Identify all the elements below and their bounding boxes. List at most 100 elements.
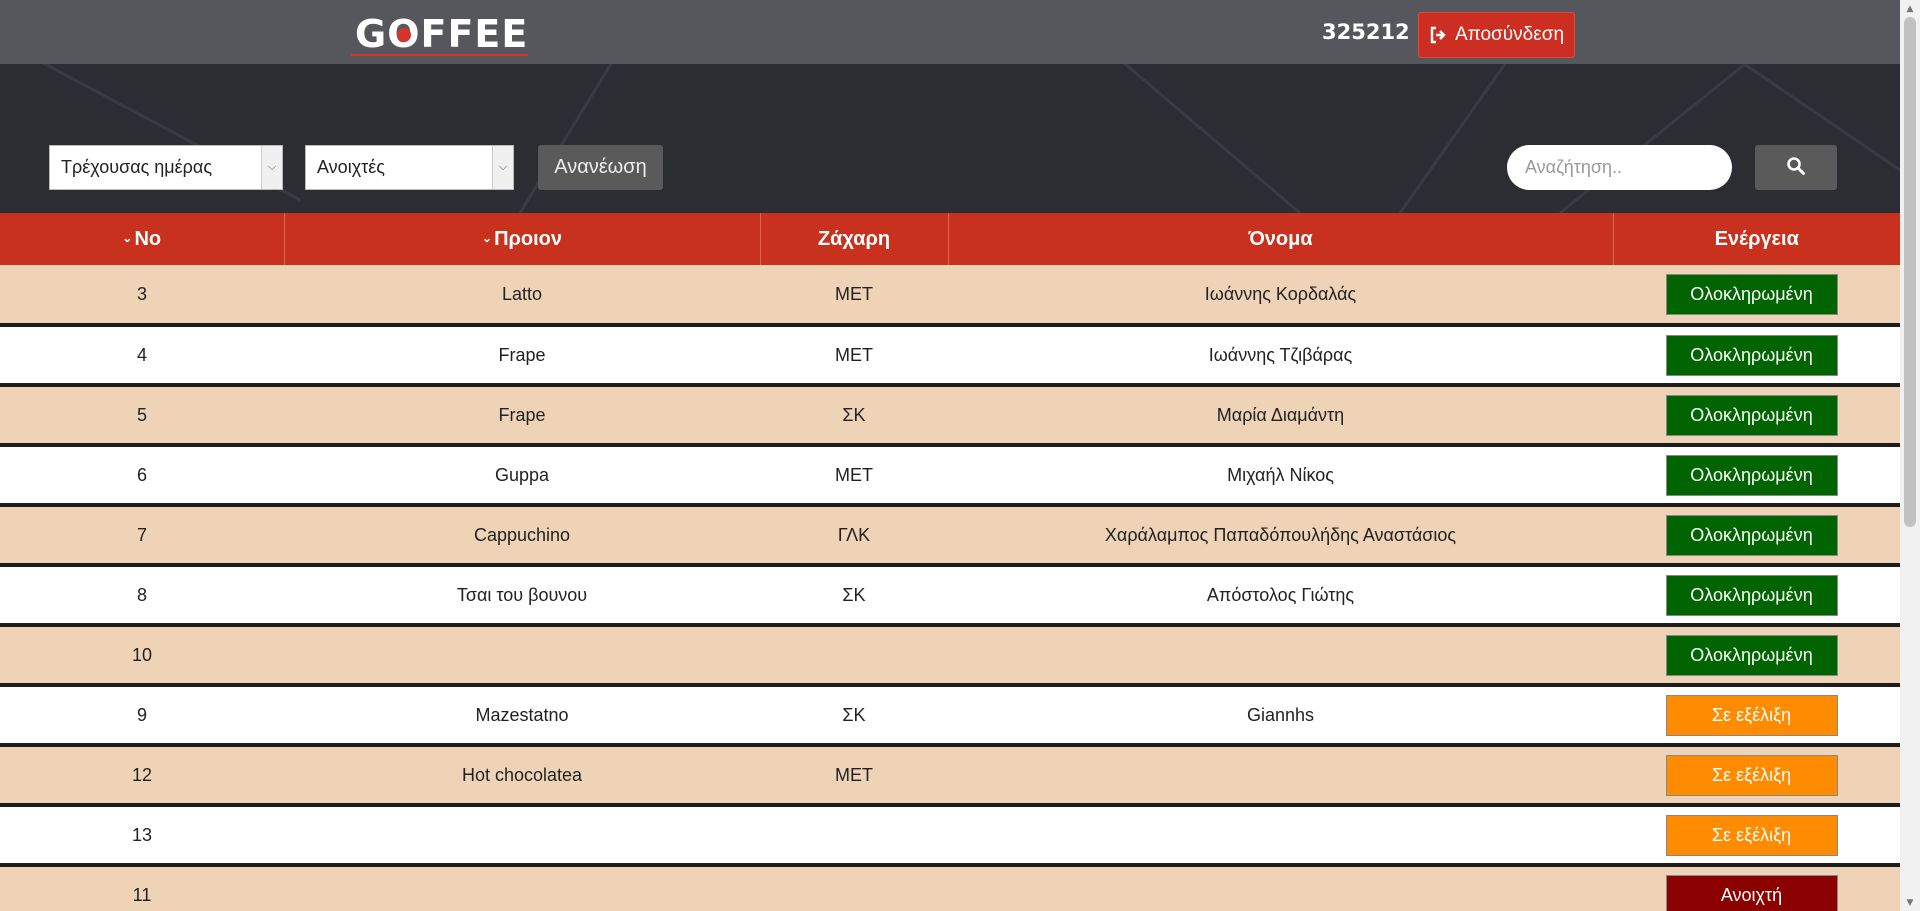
table-row: 7 Cappuchino ΓΛΚ Χαράλαμπος Παπαδόπουλήδης … <box>0 505 1900 567</box>
status-action-button[interactable]: Ολοκληρωμένη <box>1665 394 1838 436</box>
cell-no: 7 <box>0 505 284 567</box>
cell-sugar: ΣΚ <box>760 385 948 447</box>
status-action-button[interactable]: Ολοκληρωμένη <box>1665 634 1838 676</box>
scroll-down-arrow-icon[interactable]: ▼ <box>1900 894 1920 911</box>
goffee-logo[interactable]: GOFFEE <box>351 14 529 56</box>
cell-no: 4 <box>0 325 284 387</box>
cell-action: Σε εξέλιξη <box>1613 685 1900 747</box>
caret-down-icon: ⌵ <box>492 146 513 189</box>
column-header-sugar: Ζάχαρη <box>759 213 948 265</box>
cell-product <box>284 625 760 687</box>
cell-name: Ιωάννης Κορδαλάς <box>948 265 1613 327</box>
refresh-button[interactable]: Ανανέωση <box>538 145 663 190</box>
cell-action: Ολοκληρωμένη <box>1613 325 1900 387</box>
cell-name <box>948 625 1613 687</box>
cell-name <box>948 805 1613 867</box>
cell-product: Guppa <box>284 445 760 507</box>
status-select-value: Ανοιχτές <box>317 157 385 177</box>
table-row: 4 Frape ΜΕΤ Ιωάννης Τζιβάρας Ολοκληρωμένη <box>0 325 1900 387</box>
cell-product: Frape <box>284 325 760 387</box>
logout-label: Αποσύνδεση <box>1454 24 1565 45</box>
scrollbar-thumb[interactable] <box>1904 17 1916 527</box>
table-row: 8 Τσαι του βουνου ΣΚ Απόστολος Γιώτης Ολοκλη… <box>0 565 1900 627</box>
cell-sugar: ΣΚ <box>760 565 948 627</box>
search-input[interactable] <box>1507 145 1732 190</box>
column-header-action: Ενέργεια <box>1612 213 1900 265</box>
cell-sugar: ΜΕΤ <box>760 325 948 387</box>
search-button[interactable] <box>1755 145 1837 190</box>
cell-no: 13 <box>0 805 284 867</box>
cell-no: 11 <box>0 865 284 911</box>
cell-product: Cappuchino <box>284 505 760 567</box>
cell-name <box>948 745 1613 807</box>
scroll-up-arrow-icon[interactable]: ▲ <box>1900 0 1920 17</box>
table-row: 13 Σε εξέλιξη <box>0 805 1900 867</box>
cell-sugar: ΜΕΤ <box>760 265 948 327</box>
column-header-product[interactable]: ⌄ Προιον <box>283 213 760 265</box>
orders-table: ⌄ No ⌄ Προιον Ζάχαρη Όνομα Ενέργεια 3 Latto… <box>0 213 1900 911</box>
status-action-button[interactable]: Σε εξέλιξη <box>1665 814 1838 856</box>
table-row: 6 Guppa ΜΕΤ Μιχαήλ Νίκος Ολοκληρωμένη <box>0 445 1900 507</box>
status-action-button[interactable]: Ολοκληρωμένη <box>1665 574 1838 616</box>
table-row: 12 Hot chocolatea ΜΕΤ Σε εξέλιξη <box>0 745 1900 807</box>
cell-action: Ολοκληρωμένη <box>1613 565 1900 627</box>
table-row: 5 Frape ΣΚ Μαρία Διαμάντη Ολοκληρωμένη <box>0 385 1900 447</box>
table-header-row: ⌄ No ⌄ Προιον Ζάχαρη Όνομα Ενέργεια <box>0 213 1900 265</box>
status-action-button[interactable]: Ολοκληρωμένη <box>1665 454 1838 496</box>
table-row: 11 Ανοιχτή <box>0 865 1900 911</box>
cell-sugar: ΜΕΤ <box>760 445 948 507</box>
chevron-down-icon: ⌄ <box>122 230 133 245</box>
logout-button[interactable]: Αποσύνδεση <box>1418 12 1575 58</box>
cell-product <box>284 865 760 911</box>
cell-name: Ιωάννης Τζιβάρας <box>948 325 1613 387</box>
column-header-no[interactable]: ⌄ No <box>0 213 284 265</box>
table-row: 10 Ολοκληρωμένη <box>0 625 1900 687</box>
cell-name <box>948 865 1613 911</box>
cell-no: 8 <box>0 565 284 627</box>
cell-product: Τσαι του βουνου <box>284 565 760 627</box>
cell-no: 9 <box>0 685 284 747</box>
cell-product <box>284 805 760 867</box>
cell-no: 10 <box>0 625 284 687</box>
cell-name: Μαρία Διαμάντη <box>948 385 1613 447</box>
cell-sugar: ΣΚ <box>760 685 948 747</box>
cell-no: 6 <box>0 445 284 507</box>
status-select[interactable]: Ανοιχτές ⌵ <box>305 145 514 190</box>
cell-no: 3 <box>0 265 284 327</box>
status-action-button[interactable]: Σε εξέλιξη <box>1665 694 1838 736</box>
status-action-button[interactable]: Ολοκληρωμένη <box>1665 514 1838 556</box>
cell-action: Σε εξέλιξη <box>1613 805 1900 867</box>
cell-name: Χαράλαμπος Παπαδόπουλήδης Αναστάσιος <box>948 505 1613 567</box>
table-row: 3 Latto ΜΕΤ Ιωάννης Κορδαλάς Ολοκληρωμένη <box>0 265 1900 327</box>
cell-product: Hot chocolatea <box>284 745 760 807</box>
cell-name: Μιχαήλ Νίκος <box>948 445 1613 507</box>
period-select[interactable]: Τρέχουσας ημέρας ⌵ <box>49 145 283 190</box>
column-header-name: Όνομα <box>947 213 1613 265</box>
vertical-scrollbar[interactable]: ▲ ▼ <box>1900 0 1920 911</box>
cell-action: Σε εξέλιξη <box>1613 745 1900 807</box>
cell-action: Ολοκληρωμένη <box>1613 265 1900 327</box>
cell-name: Giannhs <box>948 685 1613 747</box>
top-navbar: GOFFEE 325212 Αποσύνδεση <box>0 0 1900 64</box>
cell-action: Ολοκληρωμένη <box>1613 505 1900 567</box>
search-icon <box>1786 156 1806 179</box>
cell-no: 5 <box>0 385 284 447</box>
cell-action: Ανοιχτή <box>1613 865 1900 911</box>
cell-sugar <box>760 625 948 687</box>
caret-down-icon: ⌵ <box>261 146 282 189</box>
orders-table-container: ⌄ No ⌄ Προιον Ζάχαρη Όνομα Ενέργεια 3 Latto… <box>0 213 1900 911</box>
cell-sugar: ΜΕΤ <box>760 745 948 807</box>
chevron-down-icon: ⌄ <box>482 230 493 245</box>
cell-product: Mazestatno <box>284 685 760 747</box>
table-row: 9 Mazestatno ΣΚ Giannhs Σε εξέλιξη <box>0 685 1900 747</box>
user-id: 325212 <box>1322 20 1410 44</box>
status-action-button[interactable]: Σε εξέλιξη <box>1665 754 1838 796</box>
cell-sugar <box>760 805 948 867</box>
status-action-button[interactable]: Ολοκληρωμένη <box>1665 273 1838 315</box>
cell-name: Απόστολος Γιώτης <box>948 565 1613 627</box>
status-action-button[interactable]: Ανοιχτή <box>1665 874 1838 911</box>
cell-action: Ολοκληρωμένη <box>1613 385 1900 447</box>
status-action-button[interactable]: Ολοκληρωμένη <box>1665 334 1838 376</box>
cell-action: Ολοκληρωμένη <box>1613 625 1900 687</box>
cell-sugar <box>760 865 948 911</box>
